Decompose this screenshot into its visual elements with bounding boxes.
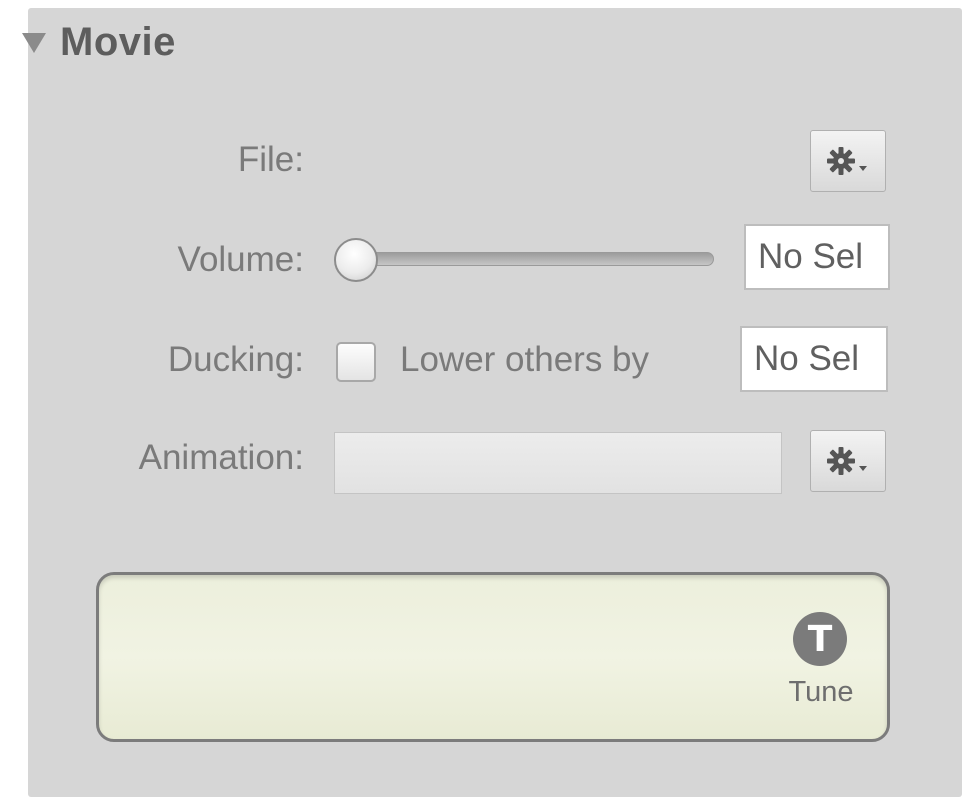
ducking-checkbox-label[interactable]: Lower others by xyxy=(400,340,649,380)
tune-icon[interactable]: T xyxy=(793,612,847,666)
file-label: File: xyxy=(237,140,304,179)
volume-slider-knob[interactable] xyxy=(334,238,378,282)
animation-field[interactable] xyxy=(334,432,782,494)
volume-value-field[interactable]: No Sel xyxy=(744,224,890,290)
volume-label: Volume: xyxy=(177,240,304,279)
ducking-label: Ducking: xyxy=(167,340,304,379)
file-gear-button[interactable] xyxy=(810,130,886,192)
disclosure-triangle-icon[interactable] xyxy=(22,33,46,53)
gear-icon xyxy=(827,147,867,175)
animation-gear-button[interactable] xyxy=(810,430,886,492)
section-title: Movie xyxy=(60,19,176,64)
tune-label: Tune xyxy=(788,676,854,708)
ducking-value-field[interactable]: No Sel xyxy=(740,326,888,392)
animation-label: Animation: xyxy=(138,438,304,477)
gear-icon xyxy=(827,447,867,475)
tune-drop-area[interactable] xyxy=(96,572,890,742)
section-header[interactable]: Movie xyxy=(22,18,176,66)
ducking-checkbox[interactable] xyxy=(336,342,376,382)
volume-slider-track[interactable] xyxy=(342,252,714,266)
